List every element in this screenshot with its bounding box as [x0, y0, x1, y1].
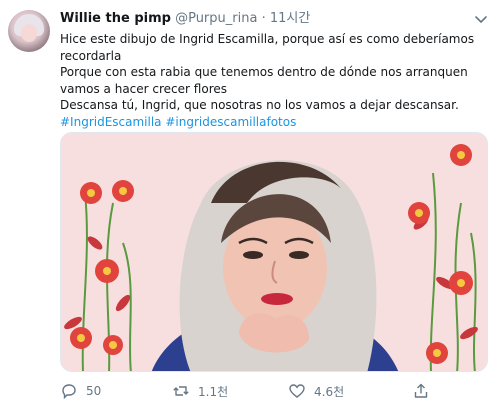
reply-icon	[62, 384, 76, 400]
hashtags: #IngridEscamilla #ingridescamillafotos	[60, 114, 480, 131]
author-name[interactable]: Willie the pimp	[60, 11, 171, 26]
separator-dot: ·	[261, 11, 266, 26]
tweet-line: vamos a hacer crecer flores	[60, 81, 227, 96]
chevron-down-icon[interactable]	[472, 10, 490, 28]
avatar[interactable]	[8, 10, 50, 52]
reply-button[interactable]: 50	[60, 378, 101, 404]
like-button[interactable]: 4.6천	[288, 378, 344, 404]
reply-count: 50	[86, 384, 102, 398]
retweet-icon	[173, 386, 189, 396]
tweet-line: Porque con esta rabia que tenemos dentro…	[60, 65, 468, 80]
hashtag-link[interactable]: #ingridescamillafotos	[165, 115, 296, 129]
tweet-image[interactable]	[60, 132, 488, 372]
share-button[interactable]	[412, 378, 430, 404]
tweet-text: Hice este dibujo de Ingrid Escamilla, po…	[60, 31, 480, 131]
retweet-count: 1.1천	[198, 384, 229, 399]
tweet-line: Hice este dibujo de Ingrid Escamilla, po…	[60, 32, 475, 46]
portrait-illustration	[61, 133, 487, 371]
author-handle[interactable]: @Purpu_rina	[175, 11, 257, 26]
tweet: Willie the pimp @Purpu_rina · 11시간 Hice …	[0, 0, 500, 408]
timestamp[interactable]: 11시간	[270, 11, 310, 26]
tweet-line: recordarla	[60, 48, 122, 63]
tweet-line: Descansa tú, Ingrid, que nosotras no los…	[60, 98, 459, 113]
retweet-button[interactable]: 1.1천	[172, 378, 228, 404]
tweet-header: Willie the pimp @Purpu_rina · 11시간	[60, 10, 310, 28]
heart-icon	[289, 384, 305, 398]
hashtag-link[interactable]: #IngridEscamilla	[60, 115, 162, 129]
like-count: 4.6천	[314, 384, 345, 399]
share-icon	[414, 383, 428, 398]
tweet-actions: 50 1.1천 4.6천	[60, 378, 490, 404]
avatar-face	[21, 24, 37, 42]
